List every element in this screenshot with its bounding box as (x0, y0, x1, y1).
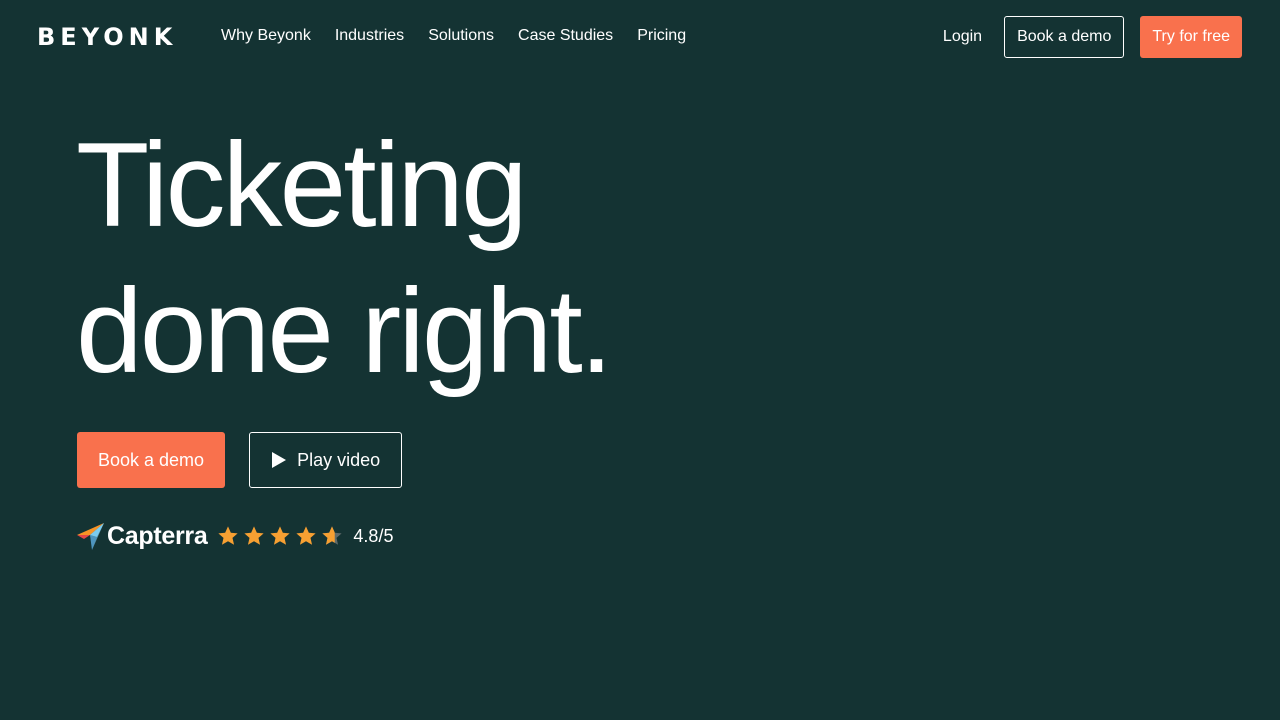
nav-link-why-beyonk[interactable]: Why Beyonk (221, 26, 311, 46)
hero-book-demo-button[interactable]: Book a demo (77, 432, 226, 488)
half-star-icon (321, 525, 343, 547)
nav-link-pricing[interactable]: Pricing (637, 26, 686, 46)
hero-title-line-2: done right. (76, 264, 613, 398)
star-icon (269, 525, 291, 547)
login-link[interactable]: Login (943, 28, 982, 46)
hero-book-demo-label: Book a demo (98, 449, 205, 470)
nav-book-demo-button[interactable]: Book a demo (1004, 16, 1125, 58)
rating-score: 4.8/5 (353, 525, 394, 546)
try-for-free-button[interactable]: Try for free (1140, 16, 1242, 58)
hero-actions: Book a demo Play video (77, 432, 403, 488)
nav-link-industries[interactable]: Industries (335, 26, 404, 46)
top-navigation: BEYONK Why Beyonk Industries Solutions C… (0, 0, 1280, 72)
capterra-wordmark: Capterra (107, 521, 208, 550)
nav-links: Why Beyonk Industries Solutions Case Stu… (221, 26, 686, 46)
landing-page: BEYONK Why Beyonk Industries Solutions C… (0, 0, 1280, 720)
play-icon (271, 451, 287, 469)
nav-actions: Login Book a demo Try for free (943, 16, 1242, 58)
star-icon (217, 525, 239, 547)
beyonk-logo[interactable]: BEYONK (37, 24, 177, 50)
capterra-logo-icon (77, 521, 105, 551)
hero-title: Ticketing done right. (76, 112, 613, 404)
star-icon (243, 525, 265, 547)
star-rating (217, 525, 343, 547)
nav-link-solutions[interactable]: Solutions (428, 26, 494, 46)
capterra-rating: Capterra 4.8/5 (77, 520, 393, 552)
play-video-label: Play video (297, 449, 381, 470)
star-icon (295, 525, 317, 547)
nav-link-case-studies[interactable]: Case Studies (518, 26, 613, 46)
play-video-button[interactable]: Play video (249, 432, 403, 488)
hero-title-line-1: Ticketing (76, 118, 528, 252)
